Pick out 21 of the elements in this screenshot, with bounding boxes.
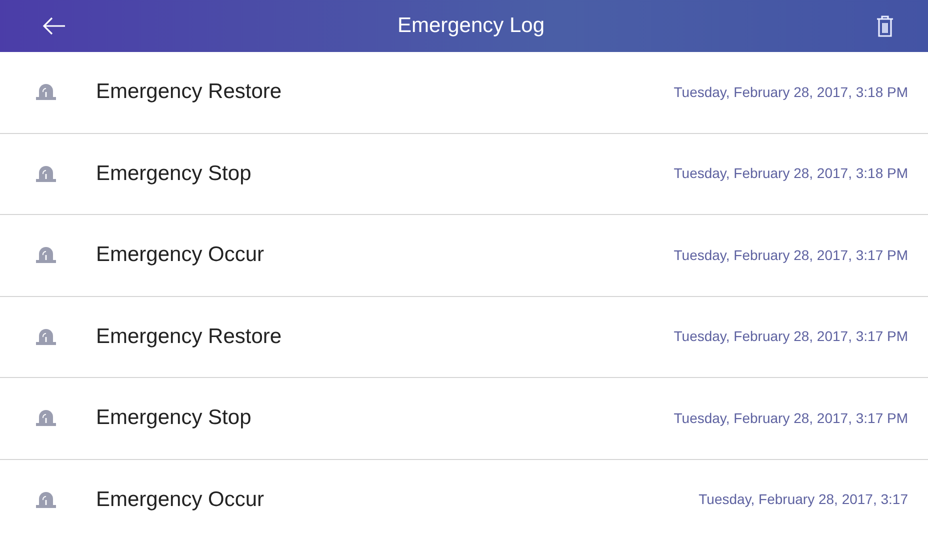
trash-icon[interactable]	[876, 15, 894, 37]
event-name: Emergency Occur	[96, 243, 266, 268]
siren-icon	[36, 164, 56, 183]
siren-icon	[36, 328, 56, 346]
event-timestamp: Tuesday, February 28, 2017, 3:17 PM	[672, 246, 908, 265]
event-timestamp: Tuesday, February 28, 2017, 3:18 PM	[672, 82, 908, 102]
event-timestamp: Tuesday, February 28, 2017, 3:17 PM	[672, 327, 908, 346]
back-arrow-icon[interactable]	[42, 16, 66, 36]
event-name: Emergency Restore	[96, 80, 283, 104]
siren-icon	[36, 83, 56, 102]
siren-icon	[36, 409, 56, 428]
event-timestamp: Tuesday, February 28, 2017, 3:18 PM	[672, 164, 908, 184]
siren-icon	[36, 246, 56, 264]
event-name: Emergency Restore	[96, 324, 283, 349]
event-name: Emergency Stop	[96, 406, 252, 430]
header-title: Emergency Log	[396, 14, 546, 38]
event-name: Emergency Stop	[96, 162, 252, 186]
event-timestamp: Tuesday, February 28, 2017, 3:17 PM	[672, 408, 908, 428]
event-timestamp: Tuesday, February 28, 2017, 3:17	[698, 490, 908, 509]
event-name: Emergency Occur	[96, 488, 266, 512]
siren-icon	[36, 490, 56, 508]
